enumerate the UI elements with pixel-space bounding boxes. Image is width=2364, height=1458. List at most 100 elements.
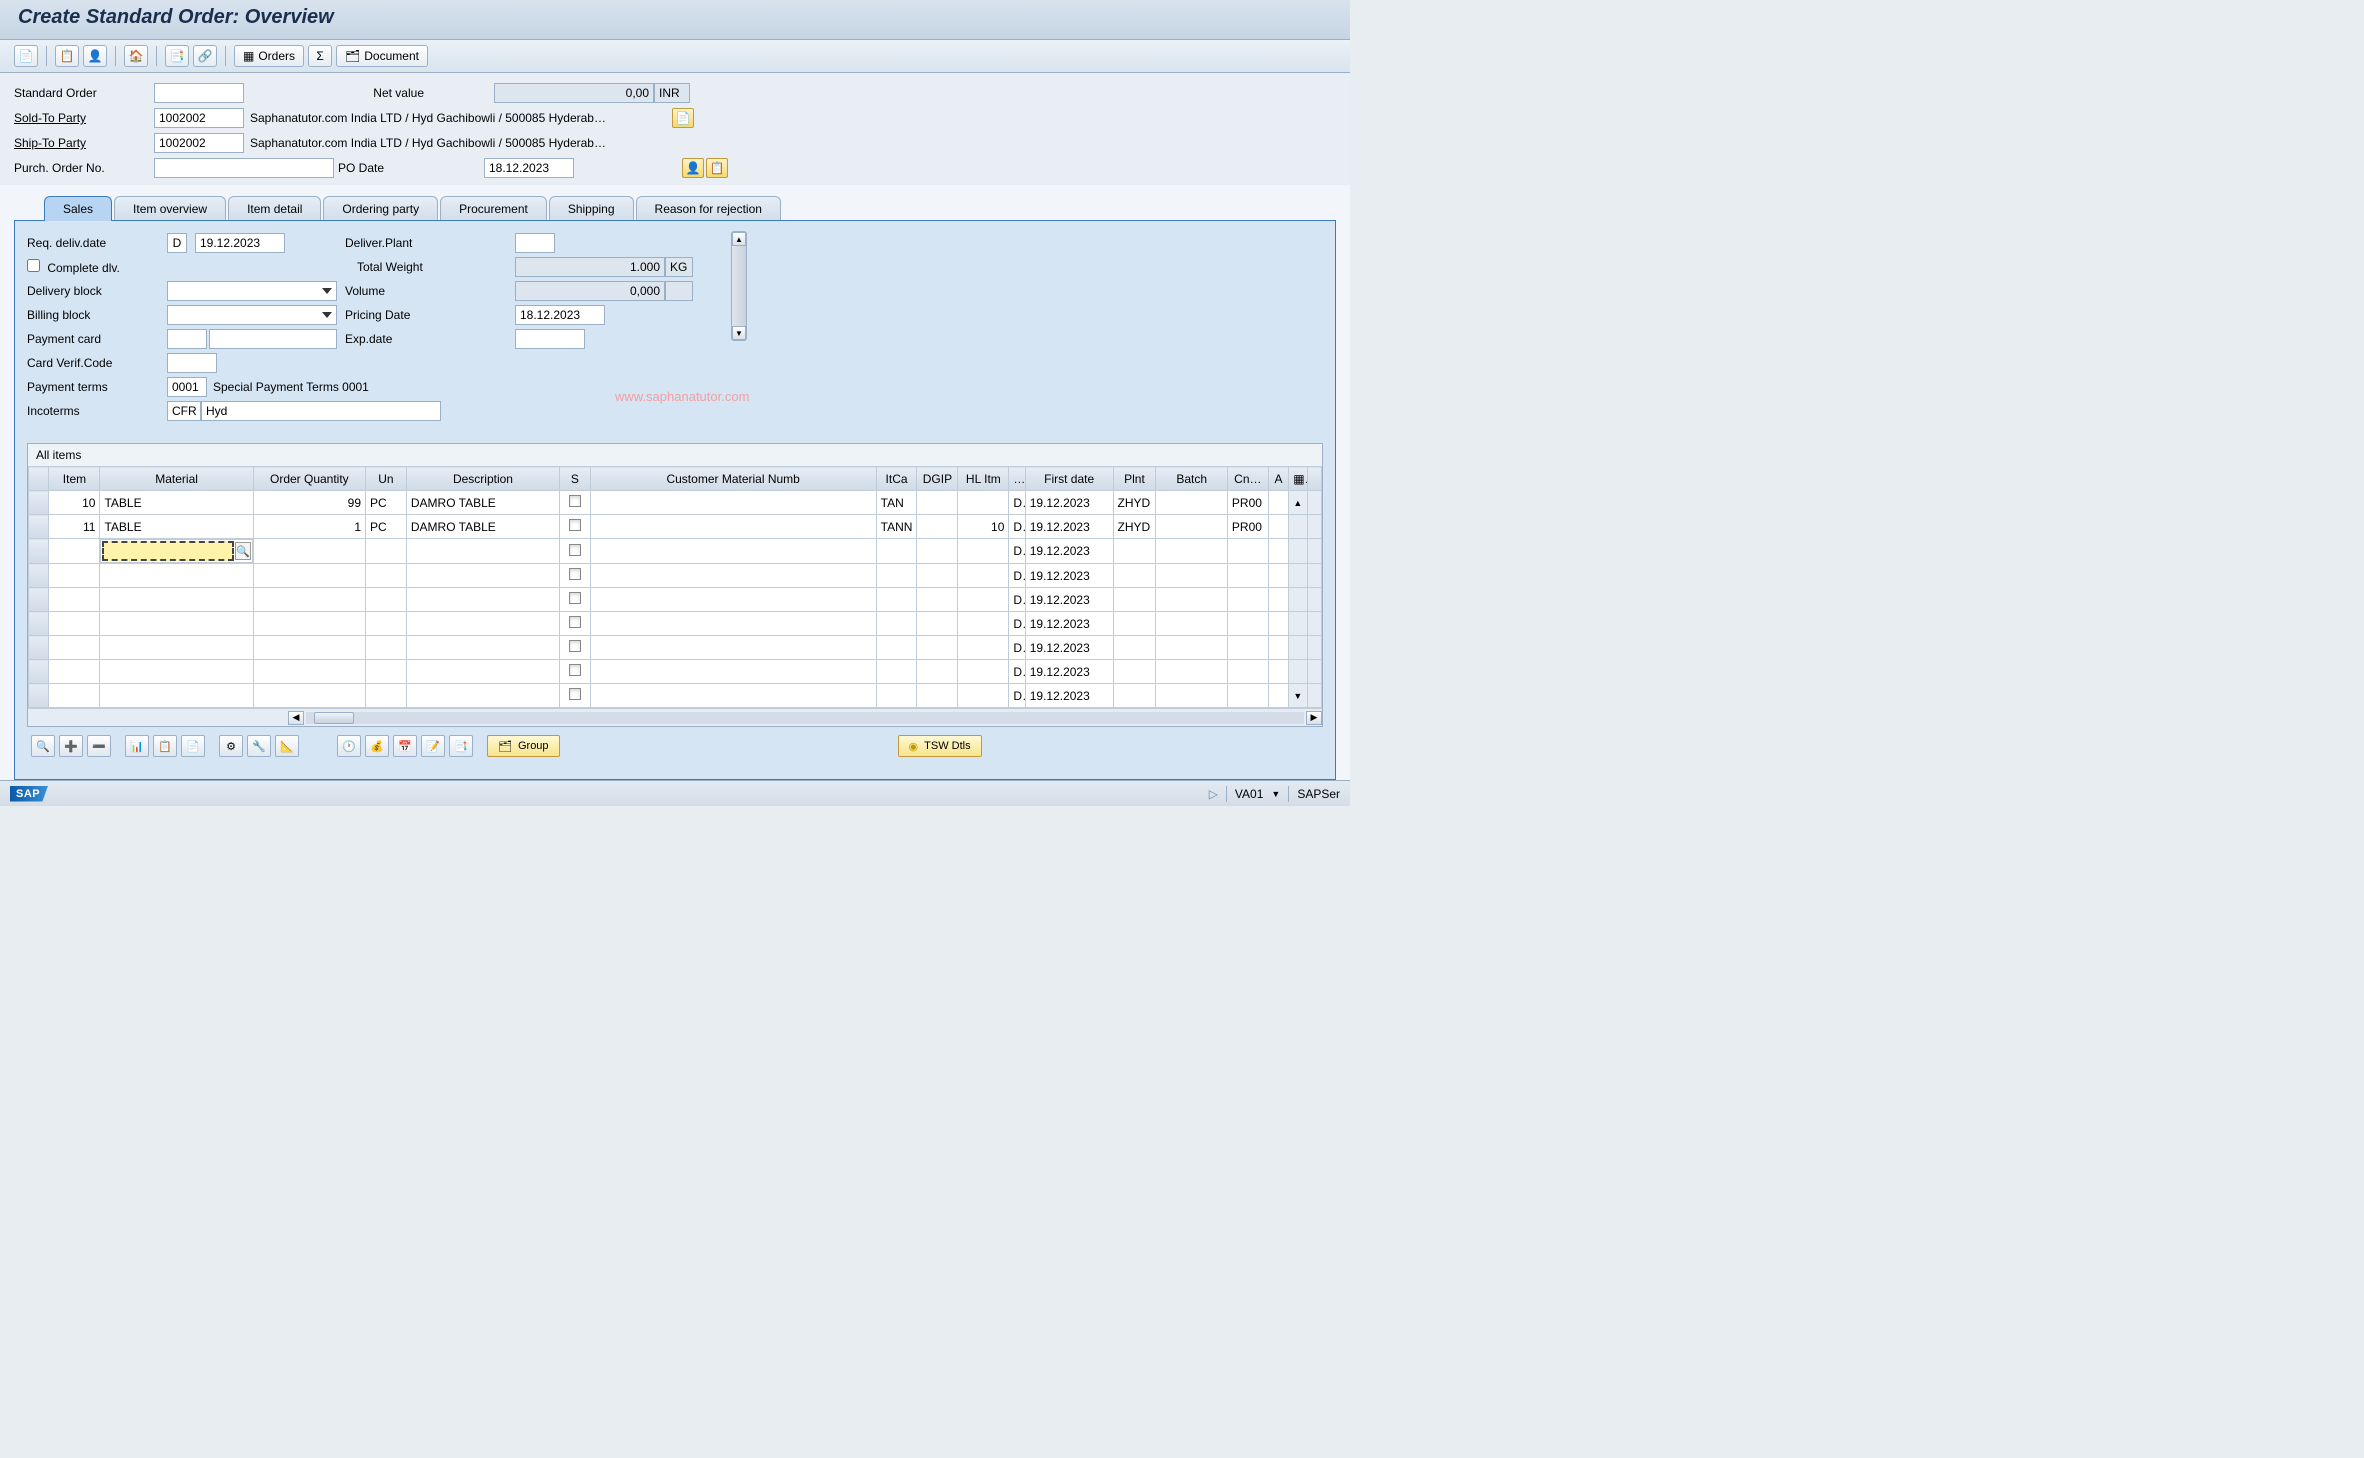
cell-plant[interactable]: ZHYD bbox=[1113, 491, 1156, 515]
cell-description[interactable] bbox=[406, 660, 559, 684]
cell-itca[interactable] bbox=[876, 539, 917, 564]
cell-s[interactable] bbox=[560, 684, 591, 708]
tab-ordering-party[interactable]: Ordering party bbox=[323, 196, 438, 221]
scroll-down-button[interactable]: ▼ bbox=[732, 326, 746, 340]
cell-a[interactable] bbox=[1268, 515, 1288, 539]
row-checkbox[interactable] bbox=[569, 664, 581, 676]
cell-dgip[interactable] bbox=[917, 491, 958, 515]
cell-material[interactable] bbox=[100, 564, 253, 588]
group-button[interactable]: 🗂 Group bbox=[487, 735, 560, 757]
cell-hlitm[interactable] bbox=[958, 636, 1009, 660]
row-selector[interactable] bbox=[29, 684, 49, 708]
ship-to-input[interactable] bbox=[154, 133, 244, 153]
table-row[interactable]: 🔍D19.12.2023 bbox=[29, 539, 1322, 564]
cell-customer-material[interactable] bbox=[590, 660, 876, 684]
grid-hscroll[interactable]: ◀ ▶ bbox=[28, 708, 1322, 726]
status-button[interactable]: 🔗 bbox=[193, 45, 217, 67]
cell-cn[interactable] bbox=[1227, 564, 1268, 588]
grid-col-12[interactable]: Plnt bbox=[1113, 467, 1156, 491]
cell-dgip[interactable] bbox=[917, 564, 958, 588]
material-input[interactable] bbox=[102, 541, 233, 561]
cell-plant[interactable] bbox=[1113, 684, 1156, 708]
cell-batch[interactable] bbox=[1156, 564, 1227, 588]
deselect-all-button[interactable]: ➕ bbox=[59, 735, 83, 757]
table-row[interactable]: D19.12.2023 bbox=[29, 564, 1322, 588]
grid-col-6[interactable]: Customer Material Numb bbox=[590, 467, 876, 491]
cell-s[interactable] bbox=[560, 612, 591, 636]
cell-date-type[interactable]: D bbox=[1009, 612, 1025, 636]
config3-button[interactable]: 📐 bbox=[275, 735, 299, 757]
cell-plant[interactable] bbox=[1113, 636, 1156, 660]
row-checkbox[interactable] bbox=[569, 568, 581, 580]
cell-itca[interactable] bbox=[876, 588, 917, 612]
cell-batch[interactable] bbox=[1156, 684, 1227, 708]
cell-qty[interactable] bbox=[253, 660, 365, 684]
grid-col-7[interactable]: ItCa bbox=[876, 467, 917, 491]
cell-unit[interactable]: PC bbox=[366, 515, 407, 539]
incoterms-code-input[interactable] bbox=[167, 401, 201, 421]
pricing-date-input[interactable] bbox=[515, 305, 605, 325]
cell-itca[interactable]: TAN bbox=[876, 491, 917, 515]
payment-card-input1[interactable] bbox=[167, 329, 207, 349]
cell-hlitm[interactable] bbox=[958, 539, 1009, 564]
cell-description[interactable] bbox=[406, 684, 559, 708]
cell-s[interactable] bbox=[560, 564, 591, 588]
cell-cn[interactable] bbox=[1227, 660, 1268, 684]
cell-customer-material[interactable] bbox=[590, 588, 876, 612]
row-selector[interactable] bbox=[29, 588, 49, 612]
cell-first-date[interactable]: 19.12.2023 bbox=[1025, 564, 1113, 588]
cell-cn[interactable] bbox=[1227, 636, 1268, 660]
table-row[interactable]: D19.12.2023▼ bbox=[29, 684, 1322, 708]
hscroll-track[interactable] bbox=[306, 712, 1304, 724]
cell-item[interactable]: 11 bbox=[49, 515, 100, 539]
tab-shipping[interactable]: Shipping bbox=[549, 196, 634, 221]
cell-batch[interactable] bbox=[1156, 588, 1227, 612]
grid-col-13[interactable]: Batch bbox=[1156, 467, 1227, 491]
cell-a[interactable] bbox=[1268, 684, 1288, 708]
cell-a[interactable] bbox=[1268, 539, 1288, 564]
cell-item[interactable] bbox=[49, 612, 100, 636]
cell-description[interactable] bbox=[406, 564, 559, 588]
cell-unit[interactable] bbox=[366, 660, 407, 684]
item-detail3-button[interactable]: 📄 bbox=[181, 735, 205, 757]
po-date-input[interactable] bbox=[484, 158, 574, 178]
select-all-button[interactable]: 🔍 bbox=[31, 735, 55, 757]
table-row[interactable]: 10TABLE99PCDAMRO TABLETAND19.12.2023ZHYD… bbox=[29, 491, 1322, 515]
cell-customer-material[interactable] bbox=[590, 564, 876, 588]
cell-material[interactable] bbox=[100, 636, 253, 660]
row-selector[interactable] bbox=[29, 515, 49, 539]
cell-item[interactable] bbox=[49, 636, 100, 660]
cell-customer-material[interactable] bbox=[590, 612, 876, 636]
cell-customer-material[interactable] bbox=[590, 636, 876, 660]
cell-hlitm[interactable] bbox=[958, 588, 1009, 612]
cell-date-type[interactable]: D bbox=[1009, 660, 1025, 684]
cell-s[interactable] bbox=[560, 636, 591, 660]
cell-unit[interactable] bbox=[366, 564, 407, 588]
cell-qty[interactable]: 1 bbox=[253, 515, 365, 539]
cell-itca[interactable] bbox=[876, 684, 917, 708]
material-search-button[interactable]: 🔍 bbox=[235, 542, 251, 560]
grid-col-15[interactable]: A bbox=[1268, 467, 1288, 491]
cell-s[interactable] bbox=[560, 491, 591, 515]
display-doc-button[interactable]: 📄 bbox=[14, 45, 38, 67]
cell-material[interactable]: 🔍 bbox=[100, 539, 252, 563]
cell-unit[interactable] bbox=[366, 539, 407, 564]
header-details-button[interactable]: 📋 bbox=[55, 45, 79, 67]
cell-customer-material[interactable] bbox=[590, 515, 876, 539]
row-checkbox[interactable] bbox=[569, 495, 581, 507]
cell-cn[interactable] bbox=[1227, 612, 1268, 636]
grid-col-11[interactable]: First date bbox=[1025, 467, 1113, 491]
row-checkbox[interactable] bbox=[569, 544, 581, 556]
scroll-up-button[interactable]: ▲ bbox=[732, 232, 746, 246]
home-button[interactable]: 🏠 bbox=[124, 45, 148, 67]
item-detail1-button[interactable]: 📊 bbox=[125, 735, 149, 757]
cell-itca[interactable]: TANN bbox=[876, 515, 917, 539]
sales-scrollbar[interactable]: ▲ ▼ bbox=[731, 231, 747, 341]
cell-date-type[interactable]: D bbox=[1009, 564, 1025, 588]
item-detail2-button[interactable]: 📋 bbox=[153, 735, 177, 757]
cell-qty[interactable] bbox=[253, 612, 365, 636]
row-selector[interactable] bbox=[29, 612, 49, 636]
cell-description[interactable] bbox=[406, 636, 559, 660]
cell-customer-material[interactable] bbox=[590, 539, 876, 564]
delivery-block-select[interactable] bbox=[167, 281, 337, 301]
